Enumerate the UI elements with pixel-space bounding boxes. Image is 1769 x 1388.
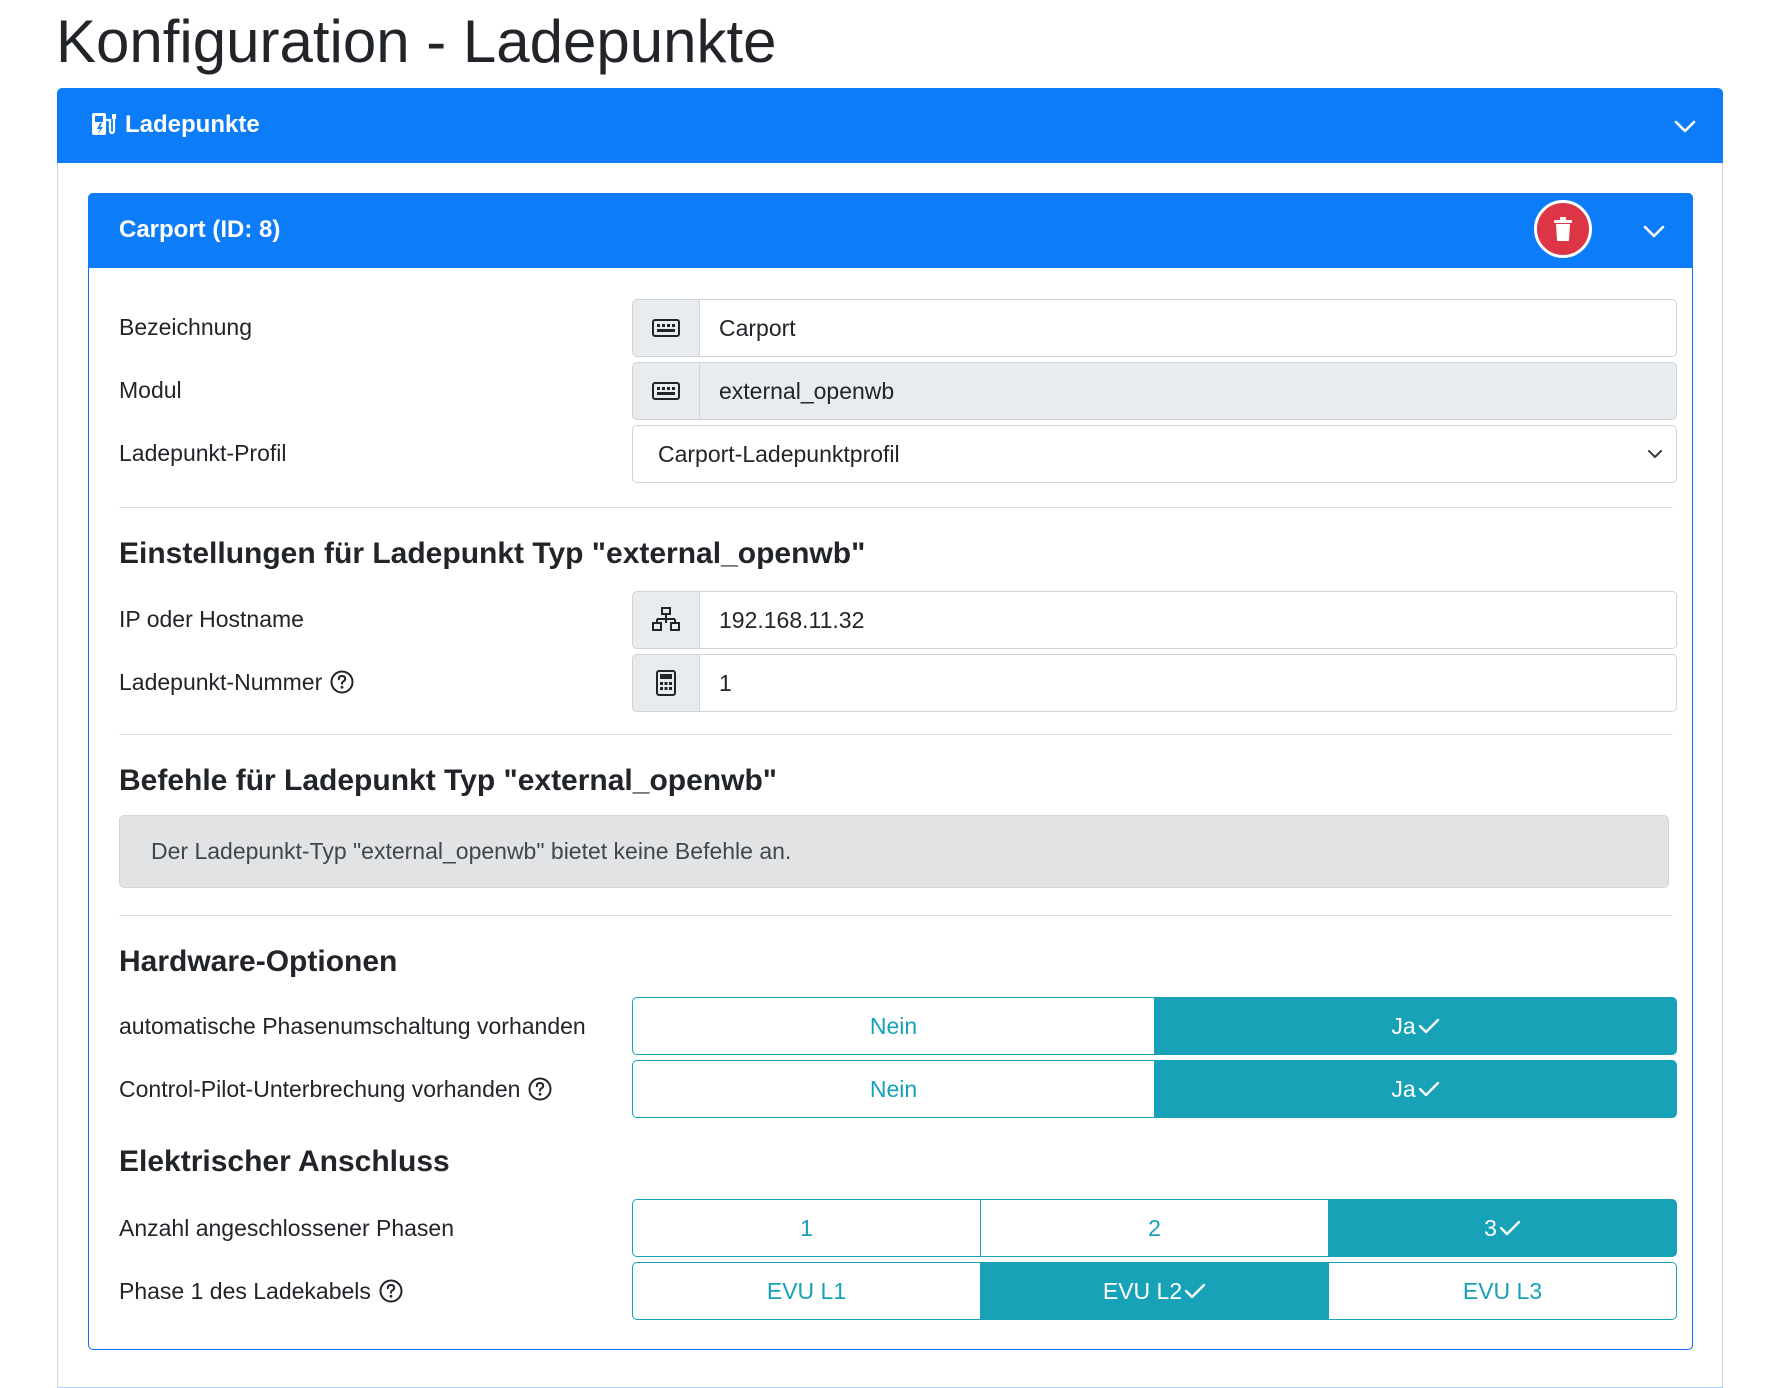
phase1-toggle: EVU L1 EVU L2 EVU L3 (632, 1262, 1677, 1320)
phases-1-button[interactable]: 1 (632, 1199, 981, 1257)
electrical-heading: Elektrischer Anschluss (119, 1145, 450, 1178)
calculator-icon (656, 670, 676, 696)
profil-label: Ladepunkt-Profil (119, 440, 287, 466)
cp-interrupt-toggle: Nein Ja (632, 1060, 1677, 1118)
phase1-l3-button[interactable]: EVU L3 (1328, 1262, 1677, 1320)
phases-3-button[interactable]: 3 (1328, 1199, 1677, 1257)
phase-switch-toggle: Nein Ja (632, 997, 1677, 1055)
help-icon[interactable] (379, 1279, 403, 1303)
keyboard-icon (652, 382, 680, 400)
ip-addon (632, 591, 700, 649)
settings-heading: Einstellungen für Ladepunkt Typ "externa… (119, 537, 866, 570)
phase-switch-ja-button[interactable]: Ja (1154, 997, 1677, 1055)
check-icon (1418, 1018, 1439, 1034)
divider (119, 507, 1673, 508)
check-icon (1499, 1220, 1521, 1236)
nummer-input-group (632, 654, 1677, 712)
chevron-down-icon[interactable] (1673, 114, 1697, 138)
charging-station-icon (92, 113, 116, 135)
phase1-l2-button[interactable]: EVU L2 (980, 1262, 1329, 1320)
commands-heading: Befehle für Ladepunkt Typ "external_open… (119, 764, 777, 797)
modul-input-group (632, 362, 1677, 420)
profil-select[interactable]: Carport-Ladepunktprofil (632, 425, 1677, 483)
page-title: Konfiguration - Ladepunkte (56, 8, 777, 75)
bezeichnung-addon (632, 299, 700, 357)
trash-icon (1554, 217, 1572, 241)
nummer-label: Ladepunkt-Nummer (119, 667, 354, 697)
check-icon (1418, 1081, 1439, 1097)
hardware-heading: Hardware-Optionen (119, 945, 398, 978)
bezeichnung-input[interactable] (700, 299, 1677, 357)
phases-toggle: 1 2 3 (632, 1199, 1677, 1257)
delete-chargepoint-button[interactable] (1534, 200, 1592, 258)
chargepoint-card-header[interactable]: Carport (ID: 8) (88, 193, 1693, 268)
cp-interrupt-nein-button[interactable]: Nein (632, 1060, 1155, 1118)
cp-interrupt-label: Control-Pilot-Unterbrechung vorhanden (119, 1074, 552, 1104)
bezeichnung-input-group (632, 299, 1677, 357)
divider (119, 734, 1673, 735)
ip-label: IP oder Hostname (119, 606, 304, 632)
network-icon (652, 607, 680, 631)
no-commands-alert: Der Ladepunkt-Typ "external_openwb" biet… (119, 815, 1669, 888)
profil-select-value: Carport-Ladepunktprofil (658, 441, 900, 467)
phase1-l1-button[interactable]: EVU L1 (632, 1262, 981, 1320)
modul-addon (632, 362, 700, 420)
ip-input[interactable] (700, 591, 1677, 649)
check-icon (1184, 1283, 1206, 1299)
bezeichnung-label: Bezeichnung (119, 314, 252, 340)
chevron-down-icon[interactable] (1642, 219, 1666, 243)
phase-switch-nein-button[interactable]: Nein (632, 997, 1155, 1055)
nummer-addon (632, 654, 700, 712)
ip-input-group (632, 591, 1677, 649)
phases-2-button[interactable]: 2 (980, 1199, 1329, 1257)
modul-input (700, 362, 1677, 420)
ladepunkte-card-title: Ladepunkte (125, 111, 260, 138)
phase-switch-label: automatische Phasenumschaltung vorhanden (119, 1013, 586, 1039)
chargepoint-card-title: Carport (ID: 8) (119, 216, 281, 243)
ladepunkte-card-header[interactable]: Ladepunkte (57, 88, 1723, 163)
phases-label: Anzahl angeschlossener Phasen (119, 1215, 455, 1241)
phase1-label: Phase 1 des Ladekabels (119, 1276, 403, 1306)
modul-label: Modul (119, 377, 182, 403)
help-icon[interactable] (528, 1077, 552, 1101)
help-icon[interactable] (330, 670, 354, 694)
nummer-input[interactable] (700, 654, 1677, 712)
keyboard-icon (652, 319, 680, 337)
divider (119, 915, 1673, 916)
chevron-down-icon (1648, 450, 1662, 458)
cp-interrupt-ja-button[interactable]: Ja (1154, 1060, 1677, 1118)
